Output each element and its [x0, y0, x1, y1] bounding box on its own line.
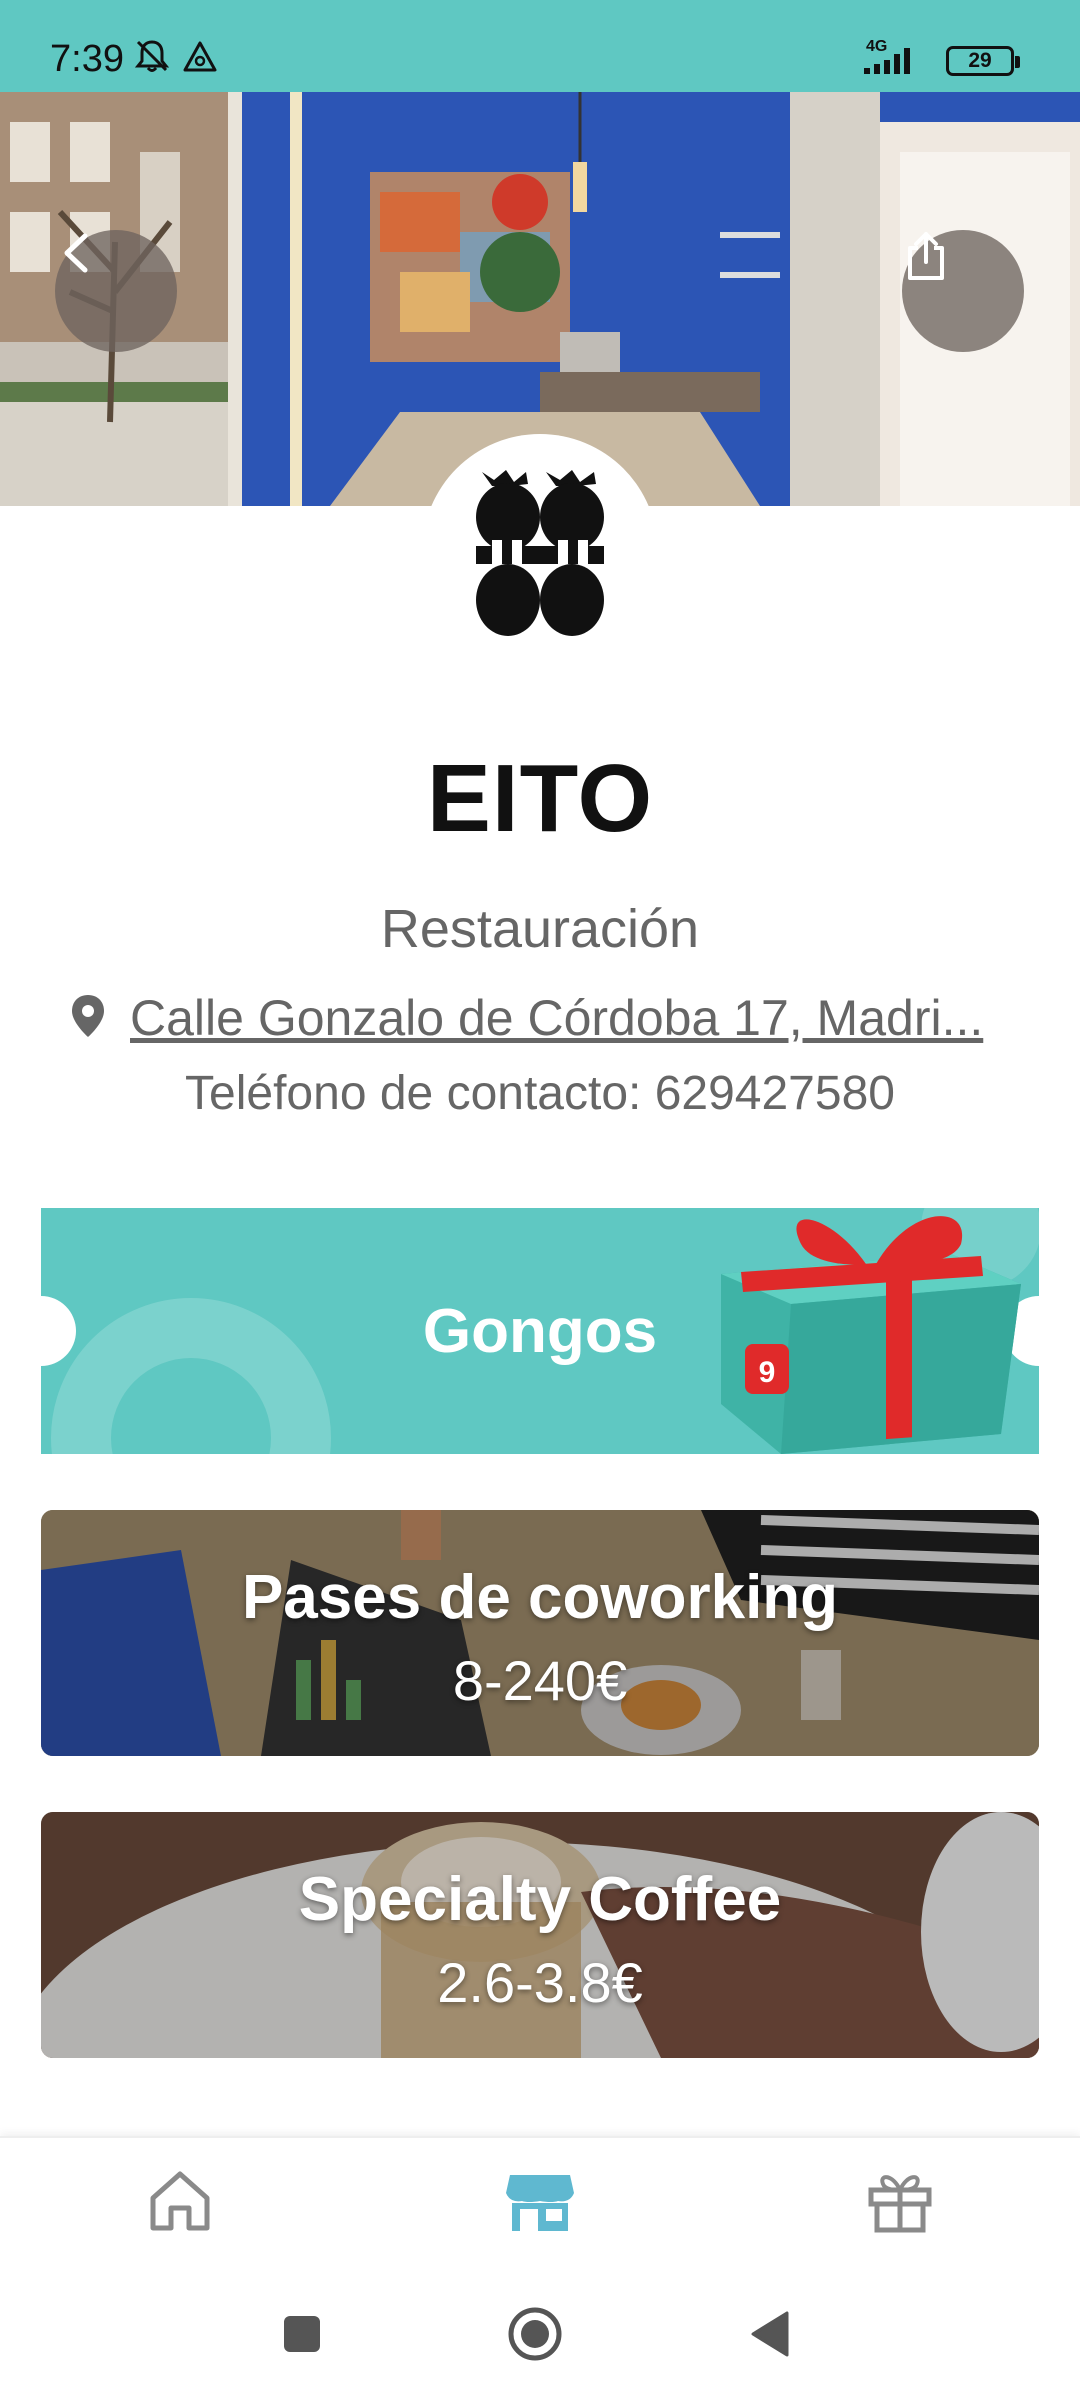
gift-box-icon: 9 [701, 1208, 1039, 1454]
coworking-card[interactable]: Pases de coworking 8-240€ [41, 1510, 1039, 1756]
nav-store[interactable] [490, 2158, 590, 2248]
address-link[interactable]: Calle Gonzalo de Córdoba 17, Madri... [68, 986, 1012, 1050]
back-system-button[interactable] [730, 2306, 810, 2366]
home-system-button[interactable] [495, 2306, 575, 2366]
square-icon [280, 2312, 324, 2361]
recent-apps-button[interactable] [262, 2306, 342, 2366]
coworking-title: Pases de coworking [241, 1563, 839, 1632]
gift-badge-number: 9 [759, 1356, 776, 1389]
signal-icon [862, 44, 934, 81]
battery-level: 29 [968, 49, 992, 72]
coffee-title: Specialty Coffee [298, 1865, 782, 1934]
home-icon [145, 2166, 215, 2241]
venue-logo [422, 434, 658, 670]
venue-category: Restauración [380, 899, 700, 959]
mute-bell-icon [132, 36, 172, 81]
coffee-background-image [41, 1812, 1039, 2058]
coworking-price: 8-240€ [452, 1649, 628, 1712]
battery-icon: 29 [946, 46, 1020, 76]
phone-text[interactable]: Teléfono de contacto: 629427580 [0, 1066, 1080, 1121]
circle-icon [505, 2304, 565, 2369]
triangle-back-icon [747, 2309, 793, 2364]
bottom-navigation [0, 2136, 1080, 2266]
venue-name: EITO [426, 745, 654, 852]
nav-rewards[interactable] [850, 2158, 950, 2248]
coffee-card[interactable]: Specialty Coffee 2.6-3.8€ [41, 1812, 1039, 2058]
alert-triangle-icon [182, 40, 218, 79]
gift-icon [865, 2166, 935, 2241]
address-text[interactable]: Calle Gonzalo de Córdoba 17, Madri... [130, 989, 983, 1047]
status-bar: 7:39 4G 29 [0, 0, 1080, 92]
system-navigation [0, 2266, 1080, 2400]
status-time: 7:39 [50, 38, 124, 80]
coffee-price: 2.6-3.8€ [437, 1951, 643, 2014]
store-icon [504, 2165, 576, 2242]
eito-logo-icon [476, 470, 604, 636]
nav-home[interactable] [130, 2158, 230, 2248]
share-button[interactable] [902, 230, 1024, 352]
gongos-card[interactable]: Gongos 9 [41, 1208, 1039, 1454]
coworking-background-image [41, 1510, 1039, 1756]
back-button[interactable] [55, 230, 177, 352]
location-pin-icon [68, 993, 108, 1044]
